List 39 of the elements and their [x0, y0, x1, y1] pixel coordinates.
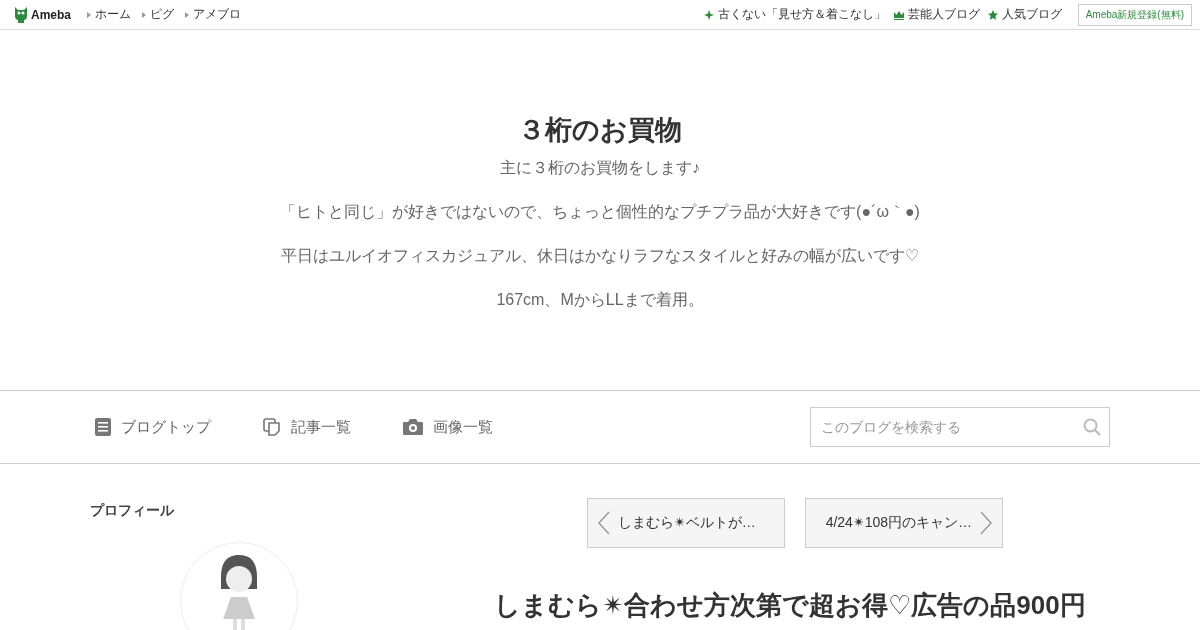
search-field[interactable]: このブログを検索する [810, 407, 1110, 447]
search-icon [1083, 418, 1101, 436]
pager-button[interactable]: しまむら✴ベルトが… [587, 498, 785, 548]
blog-title: ３桁のお買物 [518, 114, 682, 147]
pager-button[interactable]: 4/24✴108円のキャン… [805, 498, 1003, 548]
caret-icon [87, 11, 91, 18]
profile-heading: プロフィール [90, 502, 175, 520]
article-title: しまむら✴合わせ方次第で超お得♡広告の品900円 [494, 589, 1086, 622]
nav-link-label: ピグ [150, 6, 174, 23]
blog-nav-link[interactable]: 画像一覧 [403, 417, 493, 437]
chevron-right-icon [980, 511, 992, 535]
blog-description: 主に３桁のお買物をします♪ [500, 158, 700, 178]
sparkle-icon [703, 9, 714, 20]
blog-description: 「ヒトと同じ」が好きではないので、ちょっと個性的なプチプラ品が大好きです(●´ω｀●) [280, 202, 920, 222]
promo-link[interactable]: 人気ブログ [987, 6, 1062, 23]
promo-label: 芸能人ブログ [907, 6, 980, 23]
chevron-left-icon [598, 511, 610, 535]
star-icon [987, 9, 998, 20]
caret-icon [142, 11, 146, 18]
camera-icon [403, 419, 423, 435]
promo-label: 人気ブログ [1001, 6, 1062, 23]
blog-nav-link[interactable]: 記事一覧 [263, 417, 351, 437]
blog-description: 平日はユルイオフィスカジュアル、休日はかなりラフなスタイルと好みの幅が広いです♡ [280, 246, 920, 266]
blog-nav-link[interactable]: ブログトップ [95, 417, 211, 437]
nav-link-label: ホーム [95, 6, 131, 23]
nav-link[interactable]: ピグ [142, 6, 174, 23]
crown-icon [893, 9, 904, 20]
document-icon [95, 418, 111, 436]
blog-description: 167cm、MからLLまで着用。 [496, 290, 704, 310]
caret-icon [185, 11, 189, 18]
promo-link[interactable]: 芸能人ブログ [893, 6, 980, 23]
blog-nav-label: 記事一覧 [291, 417, 351, 437]
logo-text: Ameba [31, 7, 71, 22]
blog-nav-label: 画像一覧 [433, 417, 493, 437]
blog-nav-label: ブログトップ [121, 417, 211, 437]
copy-icon [263, 418, 281, 436]
signup-button[interactable]: Ameba新規登録(無料) [1077, 3, 1192, 26]
nav-link[interactable]: ホーム [87, 6, 131, 23]
logo-link[interactable]: Ameba [14, 5, 71, 24]
